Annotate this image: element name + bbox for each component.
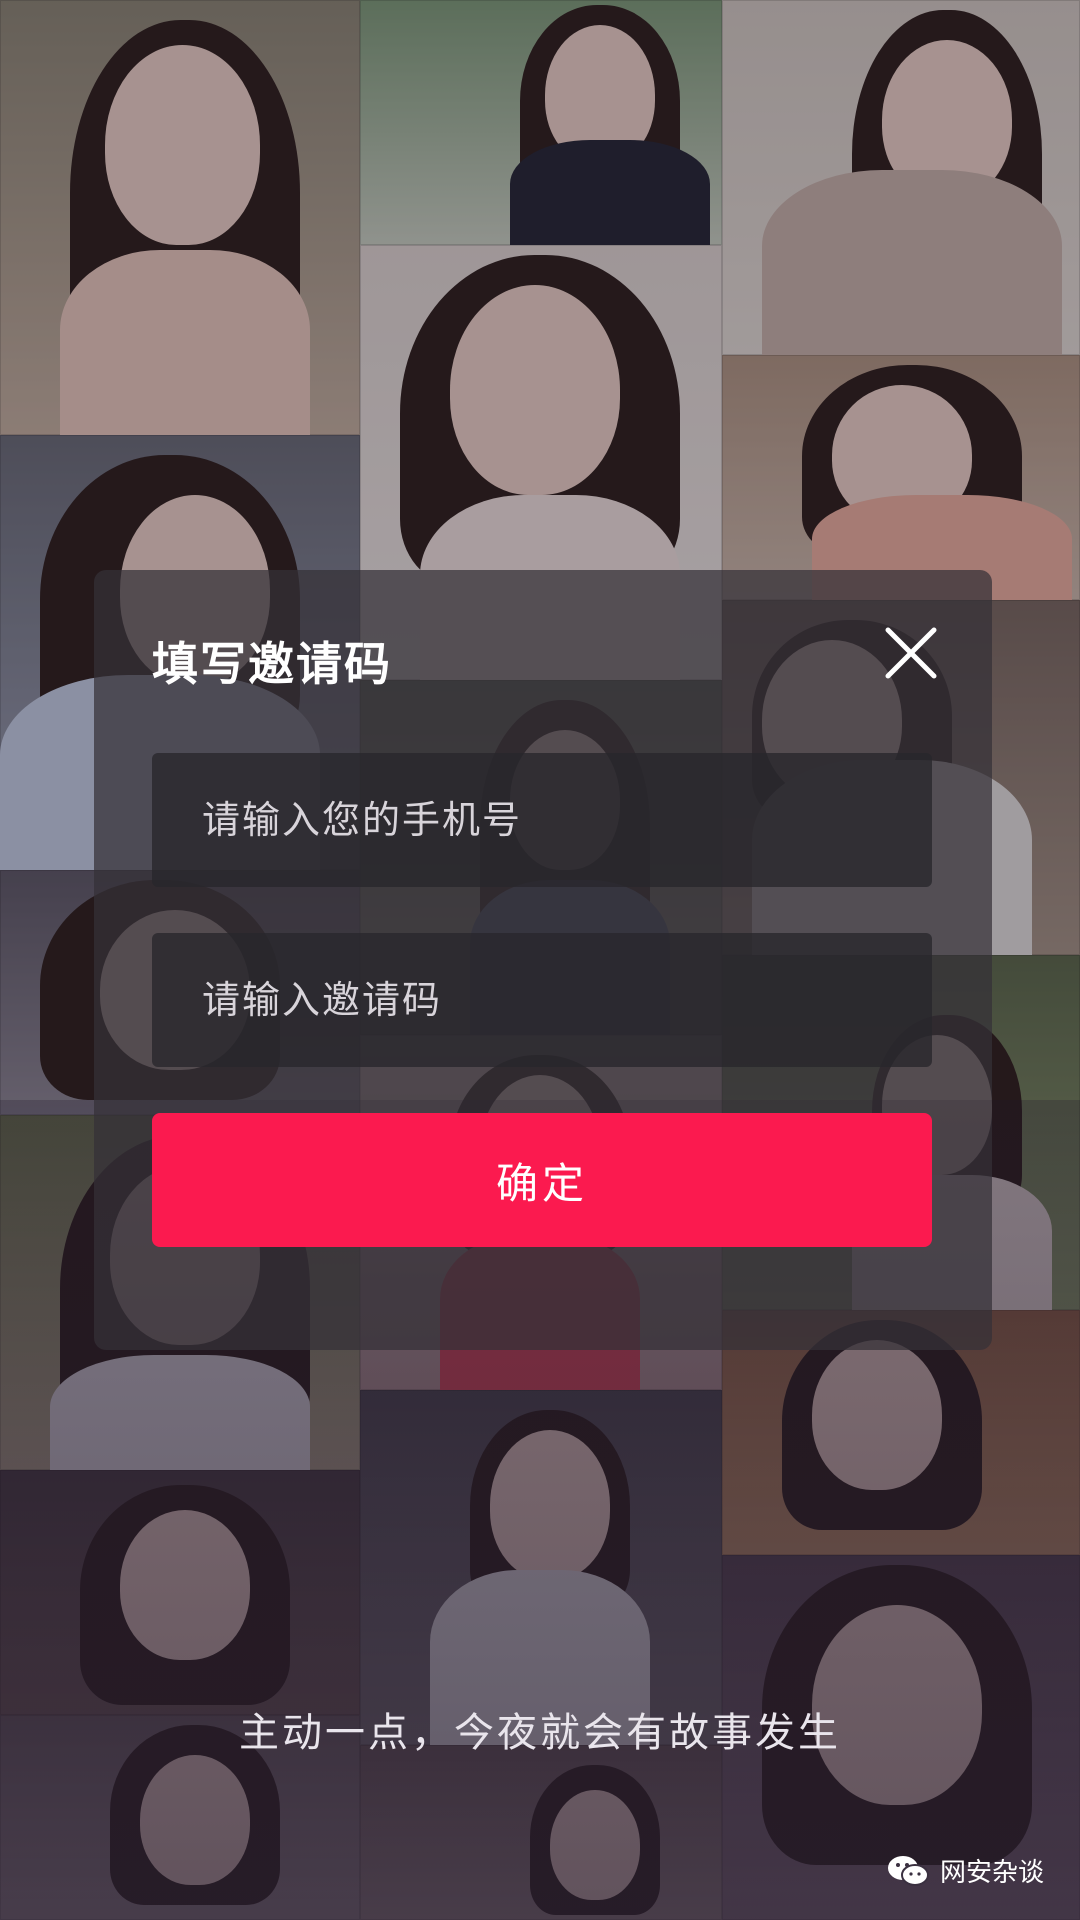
dialog-title: 填写邀请码 bbox=[152, 637, 392, 691]
photo-tile bbox=[722, 0, 1080, 355]
watermark: 网安杂谈 bbox=[886, 1852, 1044, 1889]
photo-tile bbox=[360, 1390, 722, 1745]
close-button[interactable] bbox=[882, 624, 940, 682]
photo-tile bbox=[360, 0, 722, 245]
photo-tile bbox=[0, 1470, 360, 1715]
photo-tile bbox=[360, 1745, 722, 1920]
invite-code-field bbox=[152, 932, 932, 1068]
photo-tile bbox=[722, 355, 1080, 600]
invite-code-dialog: 填写邀请码 确定 bbox=[94, 570, 992, 1350]
phone-field bbox=[152, 752, 932, 888]
wechat-icon bbox=[887, 1855, 929, 1886]
close-icon bbox=[885, 627, 937, 679]
photo-tile bbox=[0, 0, 360, 435]
watermark-text: 网安杂谈 bbox=[939, 1858, 1044, 1888]
confirm-button[interactable]: 确定 bbox=[152, 1113, 932, 1247]
slogan-text: 主动一点，今夜就会有故事发生 bbox=[239, 1710, 841, 1756]
phone-input[interactable] bbox=[200, 752, 932, 888]
invite-code-input[interactable] bbox=[200, 932, 932, 1068]
